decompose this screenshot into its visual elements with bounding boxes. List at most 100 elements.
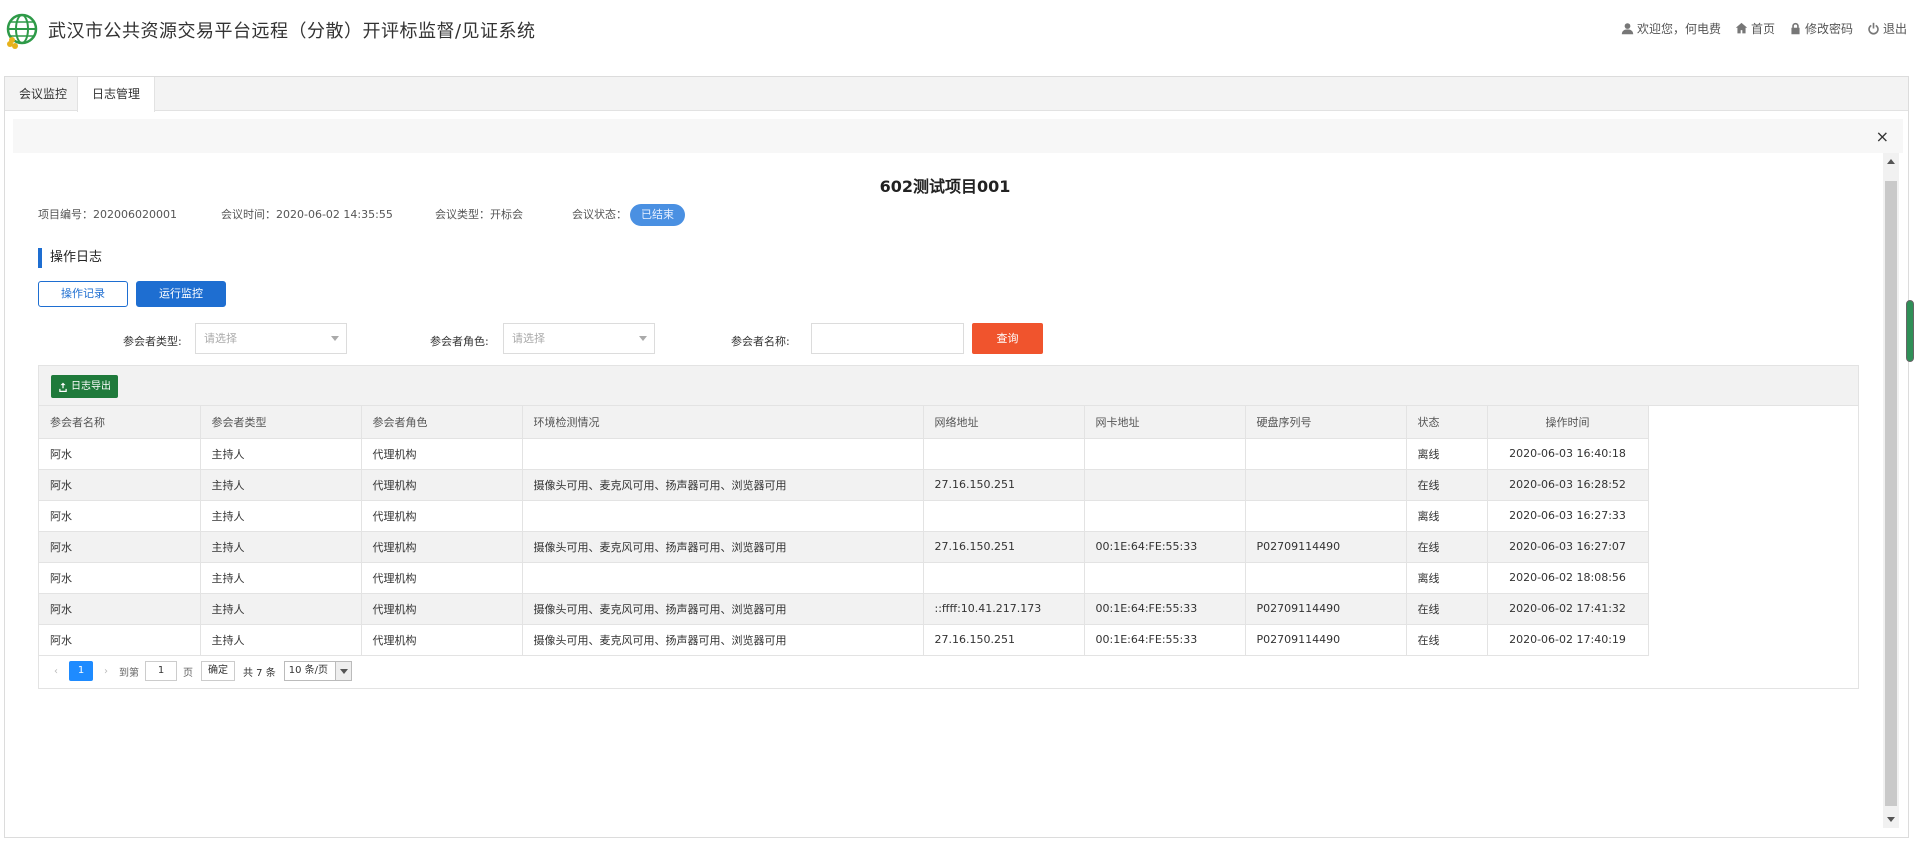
- cell-time: 2020-06-03 16:27:07: [1487, 531, 1649, 563]
- cell-name: 阿水: [39, 531, 201, 563]
- query-button[interactable]: 查询: [972, 323, 1043, 354]
- cell-disk: [1245, 562, 1407, 594]
- goto-label: 到第: [119, 667, 139, 679]
- cell-type: 主持人: [200, 562, 362, 594]
- participant-name-label: 参会者名称:: [731, 335, 790, 348]
- logout-text: 退出: [1882, 22, 1907, 36]
- top-links: 欢迎您，何电费 首页 修改密码 退出: [1621, 20, 1907, 37]
- chevron-down-icon: [331, 336, 339, 341]
- cell-name: 阿水: [39, 500, 201, 532]
- main-frame: 会议监控 日志管理 × 602测试项目001 项目编号：202006020001…: [4, 76, 1909, 838]
- meeting-status-label: 会议状态：: [572, 208, 627, 221]
- side-scroll-handle[interactable]: [1906, 300, 1914, 362]
- table-row: 阿水 主持人 代理机构 离线 2020-06-02 18:08:56: [39, 562, 1649, 594]
- cell-mac: 00:1E:64:FE:55:33: [1084, 531, 1246, 563]
- page-1-button[interactable]: 1: [69, 661, 93, 681]
- cell-mac: [1084, 438, 1246, 470]
- home-link[interactable]: 首页: [1735, 20, 1775, 37]
- table-toolbar: 日志导出: [39, 366, 1858, 406]
- col-status: 状态: [1406, 406, 1488, 439]
- meeting-time: 会议时间：2020-06-02 14:35:55: [221, 208, 393, 221]
- col-type: 参会者类型: [200, 406, 362, 439]
- section-title: 操作日志: [38, 248, 102, 268]
- welcome-text: 欢迎您，何电费: [1636, 22, 1721, 36]
- cell-env: 摄像头可用、麦克风可用、扬声器可用、浏览器可用: [522, 624, 924, 656]
- participant-type-select[interactable]: 请选择: [195, 323, 347, 354]
- change-password-link[interactable]: 修改密码: [1789, 20, 1853, 37]
- home-icon: [1735, 22, 1748, 34]
- cell-mac: [1084, 562, 1246, 594]
- participant-type-label: 参会者类型:: [123, 335, 182, 348]
- table-row: 阿水 主持人 代理机构 摄像头可用、麦克风可用、扬声器可用、浏览器可用 27.16.15…: [39, 624, 1649, 656]
- cell-role: 代理机构: [361, 531, 523, 563]
- cell-ip: [923, 438, 1085, 470]
- cell-type: 主持人: [200, 469, 362, 501]
- welcome-link[interactable]: 欢迎您，何电费: [1621, 20, 1721, 37]
- cell-type: 主持人: [200, 438, 362, 470]
- app-header: 武汉市公共资源交易平台远程（分散）开评标监督/见证系统 欢迎您，何电费 首页 修…: [0, 0, 1915, 62]
- log-content: 602测试项目001 项目编号：202006020001 会议时间：2020-0…: [5, 77, 1885, 752]
- run-monitor-button[interactable]: 运行监控: [136, 281, 226, 307]
- cell-role: 代理机构: [361, 438, 523, 470]
- participant-role-select[interactable]: 请选择: [503, 323, 655, 354]
- vertical-scrollbar[interactable]: [1883, 153, 1899, 828]
- next-page-icon[interactable]: ›: [99, 666, 113, 677]
- cell-env: [522, 562, 924, 594]
- cell-status: 在线: [1406, 624, 1488, 656]
- col-name: 参会者名称: [39, 406, 201, 439]
- prev-page-icon[interactable]: ‹: [49, 666, 63, 677]
- cell-name: 阿水: [39, 593, 201, 625]
- cell-name: 阿水: [39, 624, 201, 656]
- globe-logo-icon: [6, 13, 38, 49]
- cell-status: 在线: [1406, 469, 1488, 501]
- change-password-text: 修改密码: [1804, 22, 1853, 36]
- app-title: 武汉市公共资源交易平台远程（分散）开评标监督/见证系统: [48, 21, 536, 42]
- export-icon: [59, 382, 67, 392]
- project-code: 项目编号：202006020001: [38, 208, 177, 221]
- col-time: 操作时间: [1487, 406, 1649, 439]
- chevron-down-icon: [639, 336, 647, 341]
- operation-records-button[interactable]: 操作记录: [38, 281, 128, 307]
- log-table: 参会者名称 参会者类型 参会者角色 环境检测情况 网络地址 网卡地址 硬盘序列号…: [39, 406, 1649, 656]
- cell-env: 摄像头可用、麦克风可用、扬声器可用、浏览器可用: [522, 593, 924, 625]
- cell-role: 代理机构: [361, 593, 523, 625]
- cell-role: 代理机构: [361, 562, 523, 594]
- cell-status: 在线: [1406, 593, 1488, 625]
- chevron-down-icon: [334, 662, 351, 680]
- cell-disk: P02709114490: [1245, 624, 1407, 656]
- cell-mac: 00:1E:64:FE:55:33: [1084, 624, 1246, 656]
- col-mac: 网卡地址: [1084, 406, 1246, 439]
- cell-ip: ::ffff:10.41.217.173: [923, 593, 1085, 625]
- scroll-thumb[interactable]: [1885, 181, 1897, 806]
- cell-type: 主持人: [200, 624, 362, 656]
- cell-time: 2020-06-03 16:28:52: [1487, 469, 1649, 501]
- cell-disk: P02709114490: [1245, 593, 1407, 625]
- col-role: 参会者角色: [361, 406, 523, 439]
- cell-status: 离线: [1406, 500, 1488, 532]
- cell-env: 摄像头可用、麦克风可用、扬声器可用、浏览器可用: [522, 531, 924, 563]
- cell-name: 阿水: [39, 562, 201, 594]
- export-log-button[interactable]: 日志导出: [51, 375, 118, 398]
- col-env: 环境检测情况: [522, 406, 924, 439]
- cell-time: 2020-06-03 16:27:33: [1487, 500, 1649, 532]
- cell-ip: 27.16.150.251: [923, 531, 1085, 563]
- lock-icon: [1791, 22, 1800, 35]
- goto-confirm-button[interactable]: 确定: [201, 661, 235, 681]
- cell-status: 在线: [1406, 531, 1488, 563]
- cell-type: 主持人: [200, 500, 362, 532]
- table-row: 阿水 主持人 代理机构 摄像头可用、麦克风可用、扬声器可用、浏览器可用 27.16.15…: [39, 531, 1649, 563]
- cell-disk: [1245, 500, 1407, 532]
- goto-page-input[interactable]: 1: [145, 661, 177, 681]
- scroll-down-icon[interactable]: [1887, 817, 1895, 822]
- cell-status: 离线: [1406, 438, 1488, 470]
- pagination: ‹ 1 › 到第 1 页 确定 共 7 条 10 条/页: [39, 654, 1858, 688]
- log-table-block: 日志导出 参会者名称 参会者类型 参会者角色 环境检测情况 网络地址 网卡地址 …: [38, 365, 1859, 689]
- cell-type: 主持人: [200, 593, 362, 625]
- participant-name-input[interactable]: [811, 323, 964, 354]
- user-icon: [1621, 23, 1634, 35]
- logout-link[interactable]: 退出: [1867, 20, 1907, 37]
- page-size-value: 10 条/页: [288, 665, 329, 676]
- participant-role-placeholder: 请选择: [512, 332, 545, 345]
- page-size-select[interactable]: 10 条/页: [283, 661, 352, 681]
- scroll-up-icon[interactable]: [1887, 159, 1895, 164]
